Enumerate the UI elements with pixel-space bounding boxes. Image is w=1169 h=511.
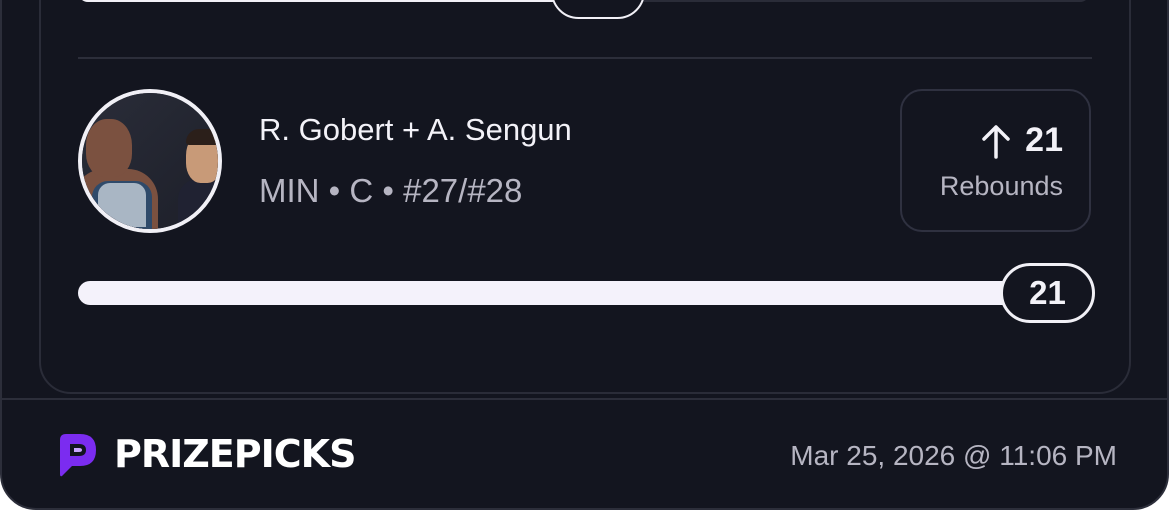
projection-value: 21 <box>1025 121 1063 159</box>
progress-bar <box>78 281 1092 305</box>
brand: PRIZEPICKS <box>52 430 356 478</box>
progress-current-value: 21 <box>1000 263 1095 323</box>
projection-box: 21 Rebounds <box>900 89 1091 232</box>
timestamp: Mar 25, 2026 @ 11:06 PM <box>790 440 1117 471</box>
player-avatar <box>78 89 222 233</box>
player-meta: MIN • C • #27/#28 <box>259 172 523 209</box>
previous-progress-fill <box>78 0 562 2</box>
projection-stat-label: Rebounds <box>939 171 1063 201</box>
prizepicks-logo-icon <box>60 434 96 477</box>
arrow-up-icon <box>982 124 1010 159</box>
row-divider <box>78 57 1092 59</box>
brand-name: PRIZEPICKS <box>114 432 356 476</box>
player-name: R. Gobert + A. Sengun <box>259 112 572 147</box>
footer-divider <box>0 398 1169 400</box>
previous-progress-track <box>640 0 1090 2</box>
progress-bar-fill <box>78 281 1022 305</box>
